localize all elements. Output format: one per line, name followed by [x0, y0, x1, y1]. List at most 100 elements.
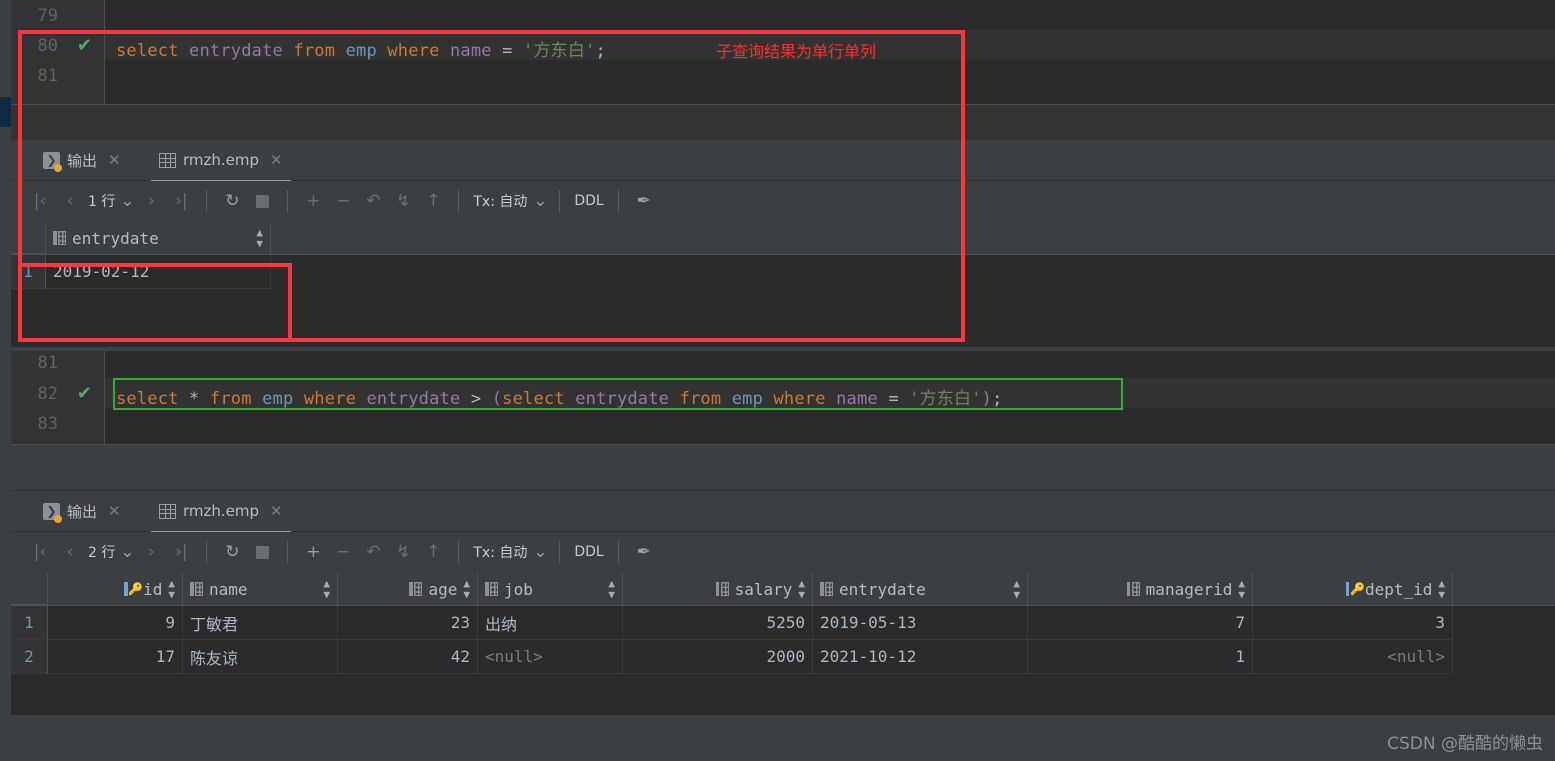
close-icon[interactable]: ✕: [270, 151, 283, 169]
sql-statement-first[interactable]: select entrydate from emp where name = '…: [116, 36, 606, 61]
sql-editor-second[interactable]: 81 82 83 ✔ select * from emp where entry…: [11, 351, 1555, 444]
cell-name[interactable]: 陈友谅: [183, 640, 338, 674]
cell-managerid[interactable]: 1: [1028, 640, 1253, 674]
column-icon: [485, 582, 498, 596]
next-page-icon[interactable]: ›: [136, 192, 166, 210]
sort-arrows-icon[interactable]: ▲ ▼: [1013, 578, 1020, 600]
cell-salary[interactable]: 2000: [623, 640, 813, 674]
editor-gutter-second[interactable]: 81 82 83 ✔: [11, 351, 105, 444]
reload-icon[interactable]: ↻: [217, 192, 247, 210]
submit-icon[interactable]: ↯: [388, 192, 418, 210]
editor-gutter-first[interactable]: 79 80 81 ✔: [11, 0, 105, 104]
column-header-dept-id[interactable]: 🔑 dept_id ▲ ▼: [1253, 573, 1453, 605]
reload-icon[interactable]: ↻: [217, 543, 247, 561]
table-row[interactable]: 1 9 丁敏君 23 出纳 5250 2019-05-13 7 3: [11, 606, 1555, 640]
cell-dept-id[interactable]: <null>: [1253, 640, 1453, 674]
revert-icon[interactable]: ↶: [358, 543, 388, 561]
run-success-icon[interactable]: ✔: [77, 37, 92, 55]
cell-name[interactable]: 丁敏君: [183, 606, 338, 640]
editor-second-bottom-gap: [11, 444, 1555, 491]
cell-entrydate[interactable]: 2019-05-13: [813, 606, 1028, 640]
tab-output-second[interactable]: ❯ 输出 ✕: [35, 491, 129, 531]
last-page-icon[interactable]: ›|: [166, 543, 196, 561]
last-page-icon[interactable]: ›|: [166, 192, 196, 210]
column-header-managerid[interactable]: managerid ▲ ▼: [1028, 573, 1253, 605]
sort-arrows-icon[interactable]: ▲ ▼: [168, 578, 175, 600]
chevron-down-icon[interactable]: ⌄: [118, 543, 136, 561]
foreign-key-icon: 🔑: [1345, 582, 1365, 596]
cell-entrydate[interactable]: 2019-02-12: [46, 255, 271, 289]
run-success-icon[interactable]: ✔: [77, 385, 92, 403]
stop-icon[interactable]: ■: [247, 192, 277, 210]
cell-entrydate[interactable]: 2021-10-12: [813, 640, 1028, 674]
sql-keyword-from: from: [293, 41, 336, 61]
tab-rmzh-emp-second[interactable]: rmzh.emp ✕: [151, 491, 291, 533]
column-header-job[interactable]: job ▲ ▼: [478, 573, 623, 605]
add-row-icon[interactable]: +: [298, 543, 328, 561]
cell-age[interactable]: 42: [338, 640, 478, 674]
pin-icon[interactable]: ✒: [629, 543, 659, 561]
revert-icon[interactable]: ↶: [358, 192, 388, 210]
sort-arrows-icon[interactable]: ▲ ▼: [798, 578, 805, 600]
column-icon: [820, 582, 833, 596]
close-icon[interactable]: ✕: [270, 502, 283, 520]
column-header-salary[interactable]: salary ▲ ▼: [623, 573, 813, 605]
cell-id[interactable]: 9: [48, 606, 183, 640]
cell-job[interactable]: 出纳: [478, 606, 623, 640]
table-row[interactable]: 2 17 陈友谅 42 <null> 2000 2021-10-12 1 <nu…: [11, 640, 1555, 674]
ddl-button[interactable]: DDL: [570, 193, 607, 209]
remove-row-icon[interactable]: −: [328, 192, 358, 210]
column-header-age[interactable]: age ▲ ▼: [338, 573, 478, 605]
sql-editor-first[interactable]: 79 80 81 ✔ select entrydate from emp whe…: [11, 0, 1555, 104]
table-row[interactable]: 1 2019-02-12: [11, 255, 1555, 289]
tab-rmzh-emp-first[interactable]: rmzh.emp ✕: [151, 140, 291, 182]
sort-arrows-icon[interactable]: ▲ ▼: [323, 578, 330, 600]
result-grid-second[interactable]: 🔑 id ▲ ▼ name ▲ ▼ age ▲ ▼ job ▲ ▼ salary…: [11, 573, 1555, 716]
column-header-id[interactable]: 🔑 id ▲ ▼: [48, 573, 183, 605]
pin-icon[interactable]: ✒: [629, 192, 659, 210]
first-page-icon[interactable]: |‹: [25, 543, 55, 561]
prev-page-icon[interactable]: ‹: [55, 543, 85, 561]
sql-statement-second[interactable]: select * from emp where entrydate > (sel…: [116, 384, 1003, 409]
sort-arrows-icon[interactable]: ▲ ▼: [1238, 578, 1245, 600]
cell-managerid[interactable]: 7: [1028, 606, 1253, 640]
toolbar-divider: [617, 541, 619, 563]
column-header-entrydate[interactable]: entrydate ▲ ▼: [46, 222, 271, 254]
prev-page-icon[interactable]: ‹: [55, 192, 85, 210]
chevron-down-icon[interactable]: ⌄: [118, 192, 136, 210]
close-icon[interactable]: ✕: [108, 151, 121, 169]
close-icon[interactable]: ✕: [108, 502, 121, 520]
sql-table-emp: emp: [345, 41, 377, 61]
tx-mode-label[interactable]: Tx: 自动: [469, 542, 531, 562]
result-grid-first[interactable]: entrydate ▲ ▼ 1 2019-02-12: [11, 222, 1555, 346]
cell-job[interactable]: <null>: [478, 640, 623, 674]
stop-icon[interactable]: ■: [247, 543, 277, 561]
tx-mode-label[interactable]: Tx: 自动: [469, 191, 531, 211]
sort-arrows-icon[interactable]: ▲ ▼: [1438, 578, 1445, 600]
chevron-down-icon[interactable]: ⌄: [531, 192, 549, 210]
submit-icon[interactable]: ↯: [388, 543, 418, 561]
primary-key-icon: 🔑: [124, 582, 143, 596]
column-header-label: id: [143, 579, 163, 599]
add-row-icon[interactable]: +: [298, 192, 328, 210]
ddl-button[interactable]: DDL: [570, 544, 607, 560]
column-header-name[interactable]: name ▲ ▼: [183, 573, 338, 605]
sort-arrows-icon[interactable]: ▲ ▼: [463, 578, 470, 600]
chevron-down-icon[interactable]: ⌄: [531, 543, 549, 561]
upload-icon[interactable]: ↑: [418, 543, 448, 561]
tab-label: rmzh.emp: [183, 502, 260, 520]
cell-id[interactable]: 17: [48, 640, 183, 674]
sort-arrows-icon[interactable]: ▲ ▼: [608, 578, 615, 600]
remove-row-icon[interactable]: −: [328, 543, 358, 561]
upload-icon[interactable]: ↑: [418, 192, 448, 210]
column-header-entrydate[interactable]: entrydate ▲ ▼: [813, 573, 1028, 605]
column-icon: [715, 582, 729, 596]
sort-arrows-icon[interactable]: ▲ ▼: [256, 227, 263, 249]
first-page-icon[interactable]: |‹: [25, 192, 55, 210]
next-page-icon[interactable]: ›: [136, 543, 166, 561]
tab-output-first[interactable]: ❯ 输出 ✕: [35, 140, 129, 180]
cell-age[interactable]: 23: [338, 606, 478, 640]
cell-dept-id[interactable]: 3: [1253, 606, 1453, 640]
cell-salary[interactable]: 5250: [623, 606, 813, 640]
editor-line-81-bg: [104, 351, 1555, 378]
